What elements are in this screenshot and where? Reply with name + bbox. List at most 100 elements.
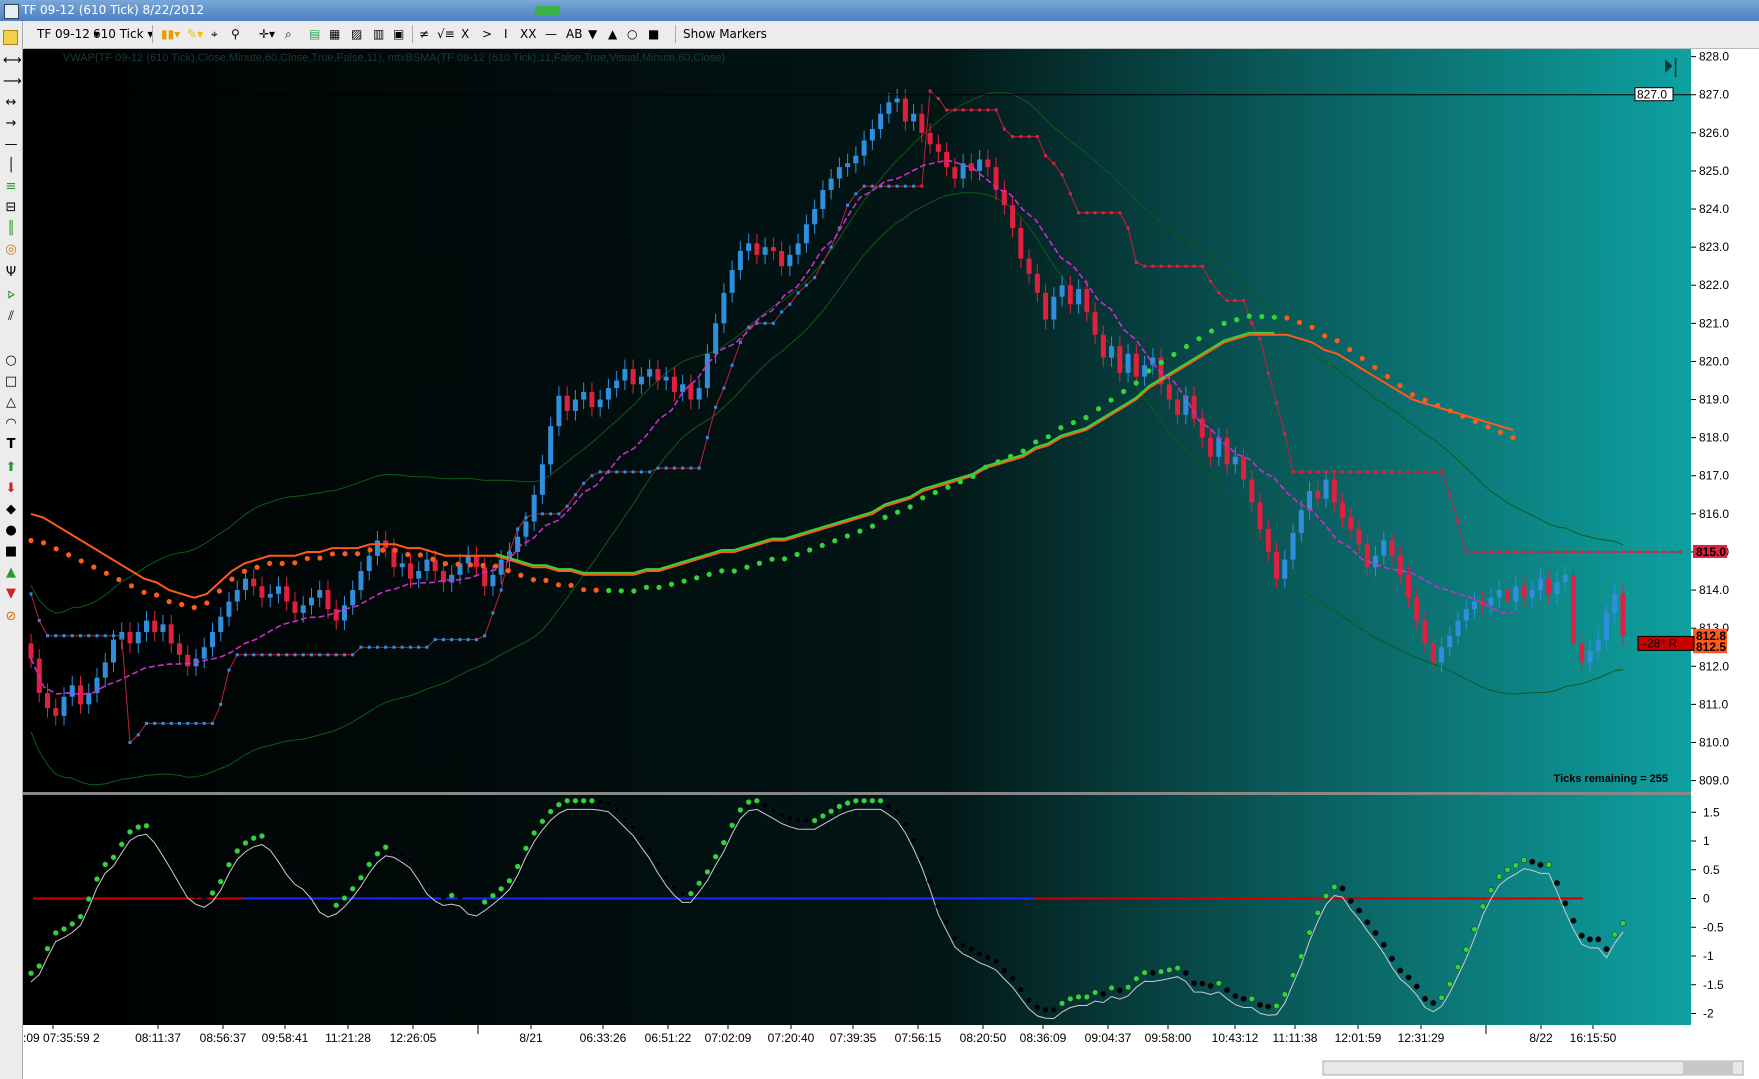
ma-dot — [781, 556, 788, 562]
trailing-stop-dot — [1052, 161, 1056, 165]
arrow-down-icon[interactable]: ⬇ — [3, 481, 19, 497]
sqrt-tool[interactable]: √≡ — [434, 25, 458, 43]
trailing-stop-dot — [1101, 211, 1105, 215]
osc-dot — [605, 800, 612, 807]
candle — [176, 643, 182, 655]
extended-line-icon[interactable]: ↔ — [3, 95, 19, 111]
candle — [638, 376, 644, 385]
ma-dot — [1146, 368, 1152, 374]
chart-area[interactable]: VWAP(TF 09-12 (610 Tick),Close,Minute,60… — [23, 49, 1759, 1079]
not-equal-tool[interactable]: ≠ — [416, 25, 432, 43]
crosshair-tool-icon[interactable]: ⌖ — [208, 25, 221, 43]
ellipse-icon[interactable]: ○ — [3, 353, 19, 369]
bar-type-icon[interactable]: ▮▮▾ — [158, 25, 183, 43]
template-icon[interactable]: ▣ — [390, 25, 407, 43]
show-markers-button[interactable]: Show Markers — [680, 25, 770, 43]
trailing-stop-dot — [1184, 264, 1188, 268]
regression-channel-icon[interactable]: ⫽ — [3, 309, 19, 325]
remove-drawings-icon[interactable]: ⊘ — [3, 609, 19, 625]
vertical-line-icon[interactable]: │ — [3, 158, 19, 174]
dot-icon[interactable]: ● — [3, 523, 19, 539]
candle — [919, 113, 925, 133]
panel-splitter[interactable] — [23, 792, 1759, 795]
trailing-stop-dot — [70, 634, 74, 638]
gann-fan-icon[interactable]: ⦠ — [3, 287, 19, 303]
scroll-to-end-icon[interactable]: ⏵| — [1663, 56, 1678, 78]
segment-icon[interactable]: ⟷ — [3, 53, 22, 69]
select-icon[interactable] — [3, 30, 18, 45]
osc-dot — [44, 945, 51, 952]
osc-dot — [225, 861, 233, 868]
square-icon[interactable]: ■ — [3, 544, 19, 560]
circle-tool[interactable]: ○ — [624, 25, 640, 43]
trailing-stop-dot — [1217, 291, 1221, 295]
trailing-stop-dot — [351, 653, 355, 657]
xx-tool[interactable]: XX — [517, 25, 539, 43]
fib-time-icon[interactable]: ║ — [3, 221, 19, 237]
osc-dot — [1026, 997, 1033, 1004]
line-tool[interactable]: — — [542, 25, 560, 43]
osc-dot — [1199, 980, 1206, 987]
candle — [284, 586, 290, 602]
osc-dot — [1537, 861, 1544, 868]
i-tool[interactable]: I — [501, 25, 511, 43]
osc-dot — [704, 868, 711, 875]
arc-icon[interactable]: ◠ — [3, 416, 19, 432]
triangle-icon[interactable]: △ — [3, 395, 19, 411]
candle — [1340, 502, 1346, 518]
data-box-icon[interactable]: ▤ — [306, 25, 323, 43]
fib-retracement-icon[interactable]: ⊟ — [3, 200, 19, 216]
ma-dot — [593, 587, 599, 593]
arrow-up-icon[interactable]: ⬆ — [3, 460, 19, 476]
pencil-icon[interactable]: ✎▾ — [184, 25, 206, 43]
trailing-stop-dot — [1662, 550, 1666, 554]
candle — [1117, 346, 1123, 373]
crosshair-icon[interactable]: ✛▾ — [256, 25, 278, 43]
properties-icon[interactable]: ▦ — [326, 25, 343, 43]
ma-dot — [920, 495, 926, 501]
triangle-down-icon[interactable]: ▼ — [3, 586, 19, 602]
osc-dot — [918, 855, 925, 862]
trailing-stop-dot — [730, 363, 734, 367]
chart-style-icon[interactable]: ▨ — [348, 25, 365, 43]
osc-dot — [1595, 936, 1602, 943]
text-icon[interactable]: T — [3, 437, 19, 453]
strategy-icon[interactable]: ▥ — [370, 25, 387, 43]
horizontal-line-icon[interactable]: — — [3, 137, 19, 153]
zoom-icon[interactable]: ⌕ — [282, 25, 295, 43]
diamond-icon[interactable]: ◆ — [3, 502, 19, 518]
pin-icon[interactable]: ⚲ — [228, 25, 243, 43]
osc-dot — [69, 920, 76, 927]
rectangle-icon[interactable]: □ — [3, 374, 19, 390]
pitchfork-icon[interactable]: Ψ — [3, 265, 19, 281]
triangle-up-icon[interactable]: ▲ — [3, 565, 19, 581]
trailing-stop-dot — [598, 470, 602, 474]
channel-icon[interactable]: ≡ — [3, 179, 19, 195]
trailing-stop-dot — [1407, 470, 1411, 474]
text-tool[interactable]: AB — [563, 25, 585, 43]
trailing-stop-dot — [1349, 470, 1353, 474]
down-arrow-tool[interactable]: ▼ — [585, 25, 600, 43]
trailing-stop-dot — [664, 466, 668, 470]
window-titlebar: TF 09-12 (610 Tick) 8/22/2012 — [0, 0, 1759, 21]
ray-icon[interactable]: ⟶ — [3, 74, 22, 90]
rectangle-tool[interactable]: ■ — [645, 25, 662, 43]
trailing-stop-dot — [29, 592, 33, 596]
trailing-stop-dot — [491, 611, 495, 615]
x-tool[interactable]: X — [458, 25, 472, 43]
greater-than-tool[interactable]: > — [479, 25, 495, 43]
ma-dot — [1447, 408, 1453, 414]
candle — [1241, 456, 1247, 480]
osc-dot — [1355, 907, 1363, 914]
candle — [1439, 647, 1445, 663]
arrow-line-icon[interactable]: → — [3, 116, 19, 132]
trailing-stop-dot — [1258, 337, 1262, 341]
up-arrow-tool[interactable]: ▲ — [605, 25, 620, 43]
osc-dot — [85, 896, 92, 903]
fib-circle-icon[interactable]: ◎ — [3, 242, 19, 258]
trailing-stop-dot — [986, 108, 990, 112]
candle — [548, 426, 554, 465]
ma-dot — [254, 564, 260, 570]
interval-selector[interactable]: 610 Tick ▾ — [90, 25, 156, 43]
candle — [350, 590, 356, 606]
